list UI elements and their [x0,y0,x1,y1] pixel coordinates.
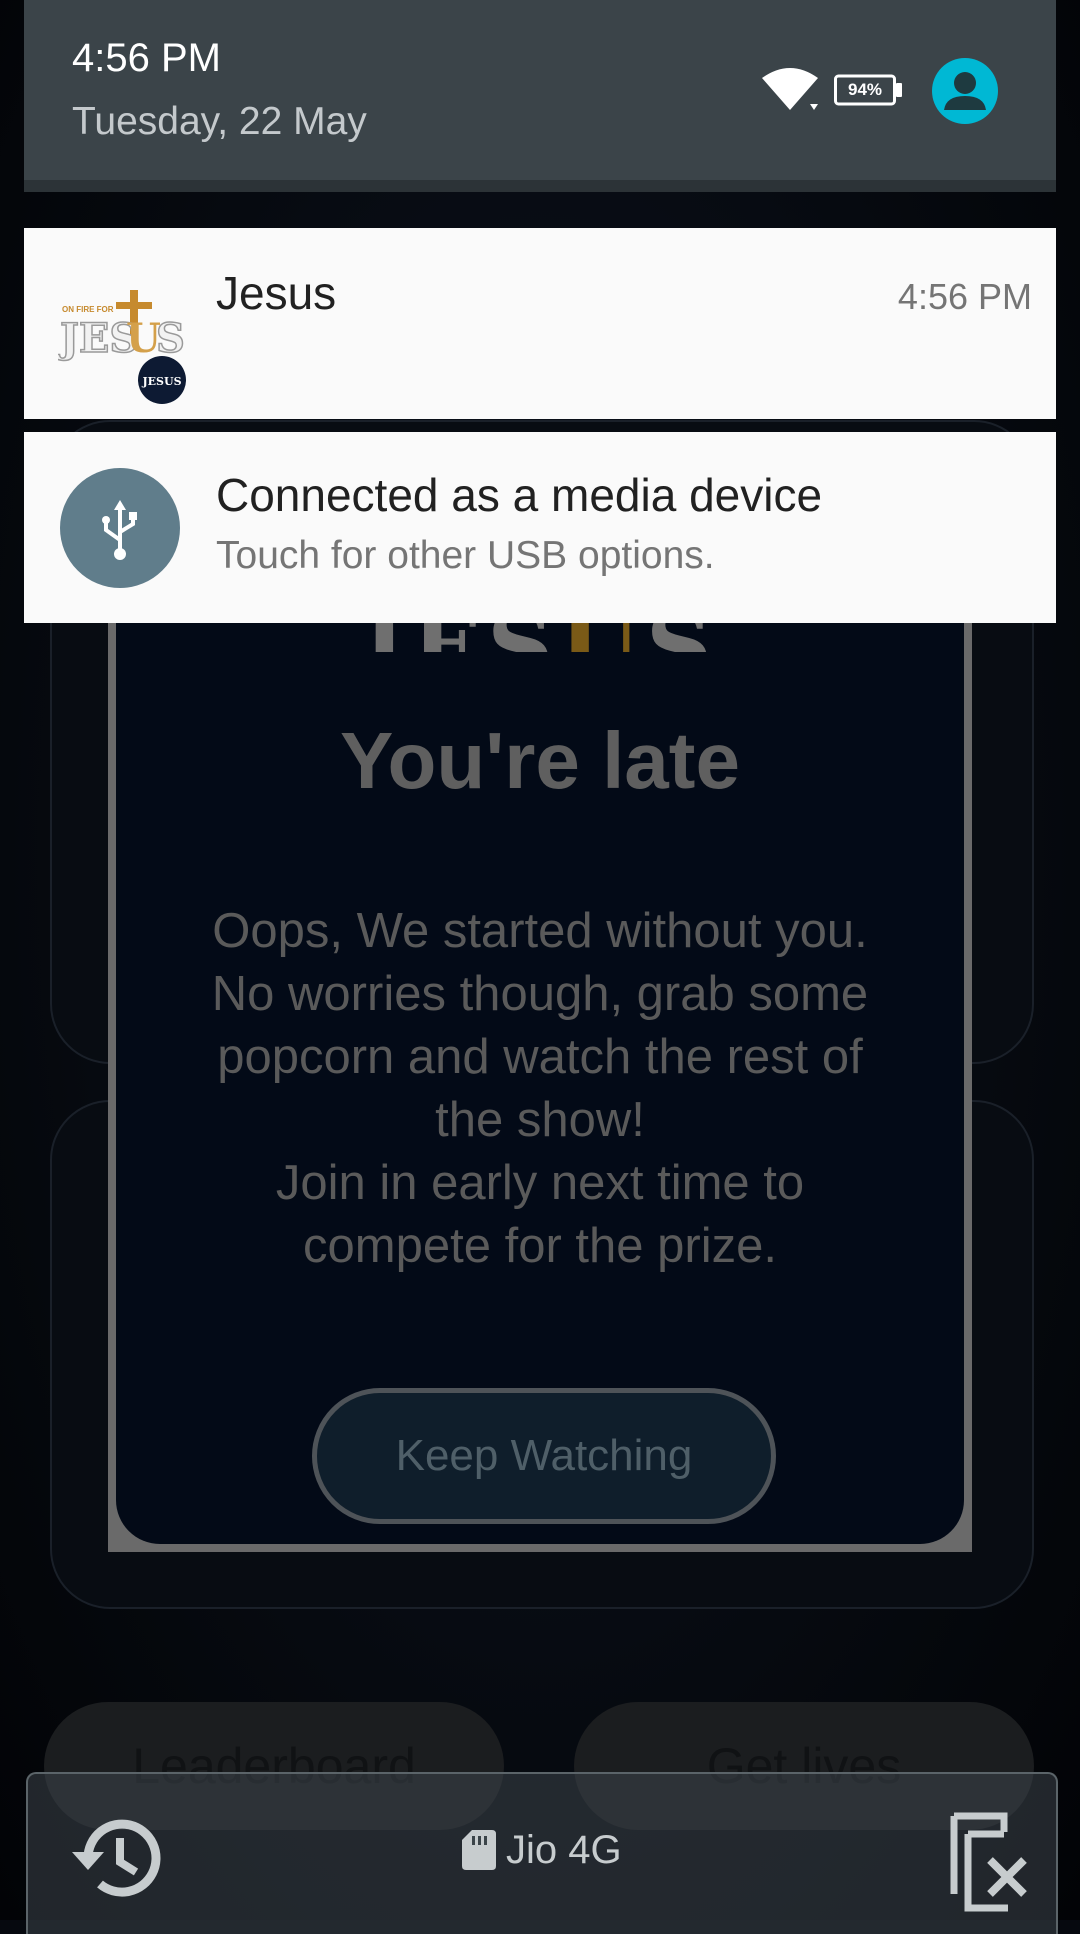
dialog-message-line: No worries though, grab some [211,967,869,1021]
svg-text:ON FIRE FOR: ON FIRE FOR [62,305,114,314]
notification-usb[interactable]: Connected as a media device Touch for ot… [24,432,1056,623]
dialog-message-line: popcorn and watch the rest of [217,1030,863,1084]
carrier-label: Jio 4G [506,1828,622,1872]
clear-all-icon[interactable] [934,1804,1028,1914]
late-dialog-panel: JESUS You're late Oops, We started witho… [116,560,964,1544]
user-avatar-icon[interactable] [932,58,998,124]
late-dialog: JESUS You're late Oops, We started witho… [108,560,972,1552]
date[interactable]: Tuesday, 22 May [72,100,367,144]
sim-card-icon [462,1830,496,1870]
svg-text:JESUS: JESUS [141,375,181,388]
dialog-message-line: Join in early next time to [275,1156,805,1210]
notification-title: Connected as a media device [216,469,823,521]
notification-text: Touch for other USB options. [216,534,715,577]
usb-icon [60,468,180,588]
battery-icon: 94% [834,74,904,106]
dialog-message-line: compete for the prize. [303,1219,777,1273]
notification-app[interactable]: ON FIRE FOR JES U S JESUS Jesus 4:56 PM [24,228,1056,419]
dialog-message: Oops, We started without you. No worries… [146,900,934,1278]
dialog-title: You're late [340,716,740,805]
jesus-app-logo-icon: ON FIRE FOR JES U S JESUS [58,290,186,404]
battery-percentage: 94% [847,80,883,99]
keep-watching-button[interactable]: Keep Watching [312,1388,776,1524]
notification-header: 4:56 PM Tuesday, 22 May 94% [24,0,1056,180]
wifi-icon[interactable] [760,66,820,114]
dialog-message-line: Oops, We started without you. [212,904,868,958]
shade-bottom-bar: Jio 4G [26,1772,1058,1934]
clock[interactable]: 4:56 PM [72,36,221,81]
notification-history-icon[interactable] [66,1808,166,1908]
svg-text:S: S [156,315,185,362]
notification-time: 4:56 PM [897,276,1032,317]
notification-title: Jesus [216,267,337,319]
dialog-message-line: the show! [435,1093,645,1147]
